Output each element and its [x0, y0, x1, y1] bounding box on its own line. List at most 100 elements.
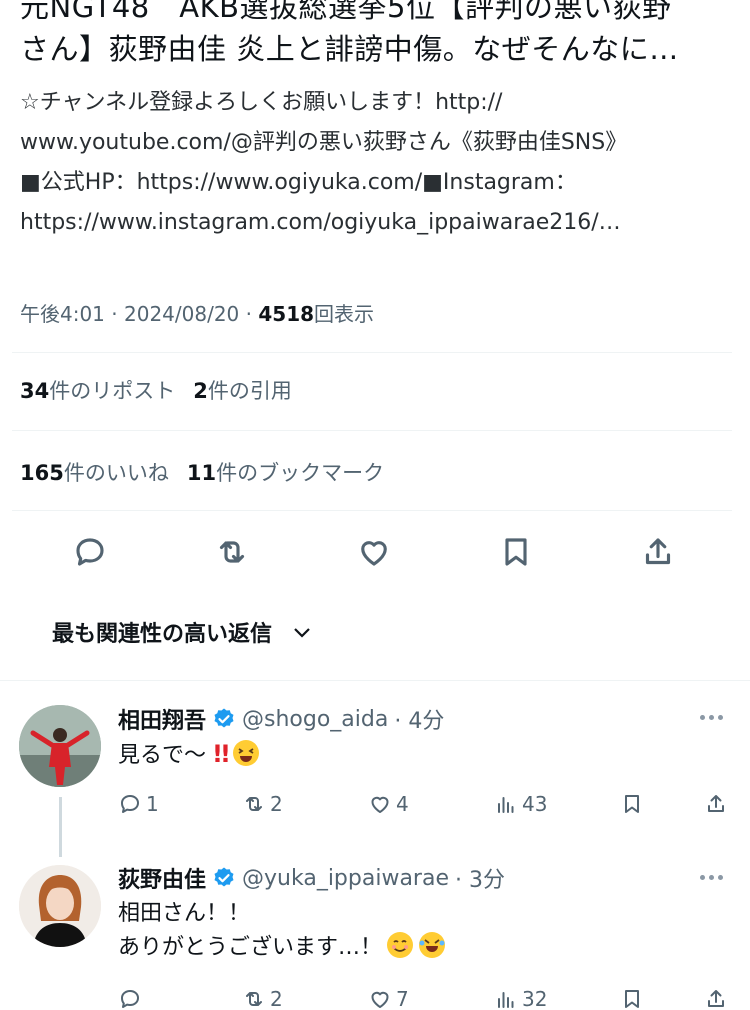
heart-icon: [361, 541, 387, 566]
reply-body: 見るで〜: [118, 743, 207, 768]
author-handle[interactable]: @shogo_aida: [242, 707, 388, 732]
desc-line: www.youtube.com/@評判の悪い荻野さん《荻野由佳SNS》: [20, 130, 628, 155]
repost-count: 2: [270, 987, 283, 1010]
thread-line: [59, 797, 62, 857]
quotes-label: 件の引用: [207, 379, 292, 403]
reply-share-button[interactable]: [704, 792, 728, 816]
comment-count: 1: [146, 792, 159, 816]
avatar-image: [19, 865, 101, 947]
reply-text: 相田さん！！ ありがとうございます…！: [118, 897, 446, 965]
repost-icon: [246, 797, 262, 811]
post-title: 元NGT48 AKB選抜総選挙5位【評判の悪い荻野 さん】荻野由佳 炎上と誹謗中…: [20, 0, 740, 70]
reply-repost-button[interactable]: 2: [242, 792, 283, 816]
reply-time[interactable]: · 4分: [394, 703, 444, 735]
reply-like-button[interactable]: 7: [368, 987, 409, 1010]
share-button[interactable]: [638, 532, 678, 572]
reply-bookmark-button[interactable]: [620, 987, 644, 1010]
quotes-count: 2: [193, 379, 208, 403]
post-description: ☆チャンネル登録よろしくお願いします！http:// www.youtube.c…: [20, 83, 735, 243]
reply-repost-button[interactable]: 2: [242, 987, 283, 1010]
bookmark-icon: [625, 795, 639, 813]
reposts-link[interactable]: 34件のリポスト: [20, 379, 175, 403]
rolling-laughing-emoji-icon: [419, 932, 446, 958]
likes-link[interactable]: 165件のいいね: [20, 461, 169, 485]
share-icon: [708, 990, 724, 1007]
bookmarks-count: 11: [186, 461, 217, 485]
meta-separator: ·: [245, 302, 252, 326]
reply-sort-label: 最も関連性の高い返信: [52, 622, 273, 647]
repost-icon: [219, 541, 245, 563]
bookmarks-link[interactable]: 11件のブックマーク: [187, 461, 384, 485]
avatar[interactable]: [19, 705, 101, 787]
divider: [12, 510, 732, 511]
divider: [12, 430, 732, 431]
smiling-emoji-icon: [387, 932, 414, 958]
laughing-emoji-icon: [232, 740, 259, 766]
divider: [12, 352, 732, 353]
repost-count: 2: [270, 792, 283, 816]
like-stats: 165件のいいね 11件のブックマーク: [20, 457, 384, 487]
likes-count: 165: [20, 461, 64, 485]
reposts-count: 34: [20, 379, 50, 403]
meta-separator: ·: [111, 302, 118, 326]
view-label: 回表示: [314, 302, 375, 326]
reply-text: 見るで〜!!: [118, 737, 260, 773]
comment-icon: [121, 795, 139, 813]
verified-badge-icon: [214, 708, 234, 728]
heart-icon: [371, 991, 389, 1008]
reply-comment-button[interactable]: [118, 987, 142, 1010]
more-options-button[interactable]: [700, 872, 730, 882]
repost-stats: 34件のリポスト 2件の引用: [20, 375, 292, 405]
reply-time[interactable]: · 3分: [455, 862, 505, 894]
chevron-down-icon: [294, 628, 310, 638]
heart-icon: [371, 796, 389, 813]
reply-sort-dropdown[interactable]: 最も関連性の高い返信: [52, 616, 314, 648]
bookmark-icon: [625, 990, 639, 1008]
bookmark-icon: [505, 538, 527, 566]
author-handle[interactable]: @yuka_ippaiwarae: [242, 866, 449, 891]
reply-bookmark-button[interactable]: [620, 792, 644, 816]
reply-author: 相田翔吾 @shogo_aida · 4分: [118, 703, 444, 735]
desc-line: https://www.instagram.com/ogiyuka_ippaiw…: [20, 210, 621, 235]
post-title-line1: 元NGT48 AKB選抜総選挙5位【評判の悪い荻野: [20, 0, 672, 24]
repost-icon: [246, 992, 262, 1006]
post-title-line2: さん】荻野由佳 炎上と誹謗中傷。なぜそんなに…: [20, 32, 679, 66]
bookmarks-label: 件のブックマーク: [216, 461, 385, 485]
desc-line: ☆チャンネル登録よろしくお願いします！http://: [20, 90, 503, 115]
author-name[interactable]: 相田翔吾: [118, 703, 206, 735]
views-count: 32: [522, 987, 548, 1010]
repost-button[interactable]: [212, 532, 252, 572]
share-icon: [708, 795, 724, 812]
avatar[interactable]: [19, 865, 101, 947]
reply-share-button[interactable]: [704, 987, 728, 1010]
comment-icon: [121, 990, 139, 1008]
more-options-button[interactable]: [700, 712, 730, 722]
post-time[interactable]: 午後4:01: [20, 302, 105, 326]
reply-author: 荻野由佳 @yuka_ippaiwarae · 3分: [118, 862, 505, 894]
likes-label: 件のいいね: [63, 461, 169, 485]
like-count: 7: [396, 987, 409, 1010]
like-count: 4: [396, 792, 409, 816]
reply-views-button[interactable]: 32: [494, 987, 547, 1010]
reply-comment-button[interactable]: 1: [118, 792, 159, 816]
double-exclamation-emoji: !!: [212, 740, 231, 768]
view-count: 4518: [258, 302, 315, 326]
avatar-image: [19, 705, 101, 787]
comment-icon: [76, 538, 104, 566]
divider: [0, 680, 750, 681]
quotes-link[interactable]: 2件の引用: [193, 379, 292, 403]
bookmark-button[interactable]: [496, 532, 536, 572]
reply-like-button[interactable]: 4: [368, 792, 409, 816]
post-meta: 午後4:01 · 2024/08/20 · 4518回表示: [20, 298, 374, 327]
like-button[interactable]: [354, 532, 394, 572]
views-count: 43: [522, 792, 548, 816]
reply-body-line: ありがとうございます…！: [118, 935, 383, 960]
reply-views-button[interactable]: 43: [494, 792, 547, 816]
author-name[interactable]: 荻野由佳: [118, 862, 206, 894]
reposts-label: 件のリポスト: [49, 379, 176, 403]
reply-button[interactable]: [70, 532, 110, 572]
analytics-icon: [498, 797, 514, 813]
post-date[interactable]: 2024/08/20: [124, 302, 239, 326]
analytics-icon: [498, 992, 514, 1008]
verified-badge-icon: [214, 867, 234, 887]
